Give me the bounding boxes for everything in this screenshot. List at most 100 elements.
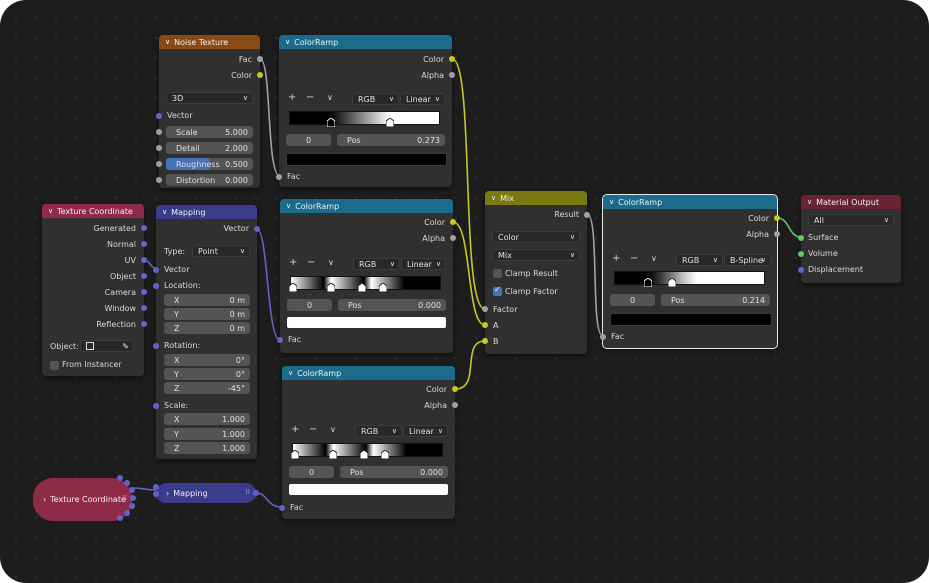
stop-index-field[interactable]: 0 — [289, 466, 334, 478]
eyedropper-icon[interactable]: ✎ — [122, 342, 129, 351]
add-stop-button[interactable]: + — [291, 424, 299, 435]
rotation-x-field[interactable]: X 0° — [164, 354, 250, 366]
add-stop-button[interactable]: + — [288, 92, 296, 103]
ramp-stop-handle[interactable] — [360, 450, 368, 459]
scale-z-field[interactable]: Z 1.000 — [164, 442, 250, 454]
output-socket[interactable] — [117, 515, 123, 521]
output-alpha-socket[interactable] — [449, 72, 455, 78]
collapsed-mapping-node[interactable]: › Mapping ⁞⁞ — [156, 483, 256, 503]
chevron-down-icon[interactable]: ∨ — [328, 258, 334, 267]
output-fac-socket[interactable] — [257, 56, 263, 62]
ramp-stop-handle[interactable] — [289, 283, 297, 292]
output-result-socket[interactable] — [584, 212, 590, 218]
ramp-stop-handle[interactable] — [668, 278, 676, 287]
output-alpha-socket[interactable] — [774, 231, 780, 237]
remove-stop-button[interactable]: − — [306, 92, 314, 103]
input-fac-socket[interactable] — [276, 174, 282, 180]
input-rotation-socket[interactable] — [153, 343, 159, 349]
location-z-field[interactable]: Z 0 m — [164, 322, 250, 334]
stop-position-field[interactable]: Pos 0.000 — [338, 299, 446, 311]
output-vector-socket[interactable] — [253, 490, 259, 496]
rotation-y-field[interactable]: Y 0° — [164, 368, 250, 380]
node-header[interactable]: ∨ Material Output — [801, 195, 901, 209]
color-mode-dropdown[interactable]: RGB ∨ — [353, 258, 400, 270]
output-socket[interactable] — [129, 503, 135, 509]
texture-coordinate-node[interactable]: ∨ Texture Coordinate Generated Normal UV … — [42, 204, 147, 376]
output-color-socket[interactable] — [774, 215, 780, 221]
input-socket[interactable] — [153, 484, 159, 490]
ramp-stop-handle[interactable] — [381, 450, 389, 459]
ramp-stop-handle[interactable] — [358, 283, 366, 292]
scale-field[interactable]: Scale 5.000 — [166, 126, 253, 138]
chevron-right-icon[interactable]: › — [166, 489, 169, 498]
stop-position-field[interactable]: Pos 0.273 — [337, 134, 445, 146]
chevron-down-icon[interactable]: ∨ — [651, 254, 657, 263]
ramp-stop-handle[interactable] — [386, 118, 394, 127]
blend-mode-dropdown[interactable]: Mix ∨ — [492, 249, 580, 261]
render-target-dropdown[interactable]: All ∨ — [808, 214, 894, 226]
distortion-field[interactable]: Distortion 0.000 — [166, 174, 253, 186]
node-header[interactable]: ∨ Mapping — [156, 205, 257, 219]
location-y-field[interactable]: Y 0 m — [164, 308, 250, 320]
color-ramp-gradient[interactable] — [614, 271, 765, 285]
output-alpha-socket[interactable] — [450, 235, 456, 241]
node-header[interactable]: ∨ ColorRamp — [603, 195, 777, 209]
color-ramp-node-3[interactable]: ∨ ColorRamp Color Alpha + − ∨ RGB ∨ Linear… — [279, 366, 458, 519]
chevron-down-icon[interactable]: ∨ — [327, 93, 333, 102]
input-displacement-socket[interactable] — [798, 267, 804, 273]
output-vector-socket[interactable] — [254, 226, 260, 232]
color-ramp-node-1[interactable]: ∨ ColorRamp Color Alpha + − ∨ RGB ∨ Linear… — [276, 35, 455, 187]
output-color-socket[interactable] — [450, 219, 456, 225]
input-location-socket[interactable] — [153, 283, 159, 289]
input-scale-socket[interactable] — [153, 403, 159, 409]
input-a-socket[interactable] — [482, 322, 488, 328]
input-surface-socket[interactable] — [798, 235, 804, 241]
rotation-z-field[interactable]: Z -45° — [164, 382, 250, 394]
color-mode-dropdown[interactable]: RGB ∨ — [352, 93, 399, 105]
mix-node[interactable]: ∨ Mix Result Color ∨ Mix ∨ Clamp Result ✓ C… — [482, 191, 590, 354]
stop-index-field[interactable]: 0 — [287, 299, 332, 311]
input-roughness-socket[interactable] — [156, 161, 162, 167]
color-mode-dropdown[interactable]: RGB ∨ — [355, 425, 402, 437]
input-fac-socket[interactable] — [277, 337, 283, 343]
interpolation-dropdown[interactable]: Linear ∨ — [401, 258, 446, 270]
scale-x-field[interactable]: X 1.000 — [164, 413, 250, 425]
chevron-down-icon[interactable]: ∨ — [286, 202, 291, 210]
output-color-socket[interactable] — [257, 72, 263, 78]
output-normal-socket[interactable] — [141, 241, 147, 247]
input-socket[interactable] — [153, 491, 159, 497]
remove-stop-button[interactable]: − — [307, 257, 315, 268]
material-output-node[interactable]: ∨ Material Output All ∨ Surface Volume Dis… — [798, 195, 901, 283]
output-socket[interactable] — [124, 480, 130, 486]
node-header[interactable]: ∨ Mix — [485, 191, 587, 205]
output-object-socket[interactable] — [141, 273, 147, 279]
stop-position-field[interactable]: Pos 0.000 — [340, 466, 448, 478]
ramp-stop-handle[interactable] — [291, 450, 299, 459]
input-vector-socket[interactable] — [153, 267, 159, 273]
color-mode-dropdown[interactable]: RGB ∨ — [676, 254, 723, 266]
output-socket[interactable] — [130, 495, 136, 501]
node-header[interactable]: ∨ Texture Coordinate — [42, 204, 144, 218]
chevron-down-icon[interactable]: ∨ — [491, 194, 496, 202]
node-header[interactable]: ∨ ColorRamp — [280, 199, 453, 213]
stop-color-swatch[interactable] — [610, 313, 772, 326]
object-picker[interactable]: ✎ — [80, 340, 134, 352]
node-header[interactable]: ∨ ColorRamp — [279, 35, 452, 49]
from-instancer-checkbox[interactable] — [50, 361, 59, 370]
input-vector-socket[interactable] — [156, 113, 162, 119]
output-color-socket[interactable] — [452, 386, 458, 392]
node-header[interactable]: ∨ Noise Texture — [159, 35, 260, 49]
scale-y-field[interactable]: Y 1.000 — [164, 428, 250, 440]
input-fac-socket[interactable] — [600, 334, 606, 340]
chevron-right-icon[interactable]: › — [43, 495, 46, 504]
output-camera-socket[interactable] — [141, 289, 147, 295]
clamp-result-checkbox[interactable] — [493, 269, 502, 278]
color-ramp-gradient[interactable] — [289, 111, 440, 125]
ramp-stop-handle[interactable] — [379, 283, 387, 292]
color-ramp-node-2[interactable]: ∨ ColorRamp Color Alpha + − ∨ RGB ∨ Linear… — [277, 199, 456, 353]
ramp-stop-handle[interactable] — [329, 450, 337, 459]
stop-color-swatch[interactable] — [287, 317, 446, 328]
interpolation-dropdown[interactable]: Linear ∨ — [403, 425, 448, 437]
input-fac-socket[interactable] — [279, 505, 285, 511]
node-editor-canvas[interactable]: ∨ Noise Texture Fac Color 3D ∨ Vector Scal… — [0, 0, 929, 583]
